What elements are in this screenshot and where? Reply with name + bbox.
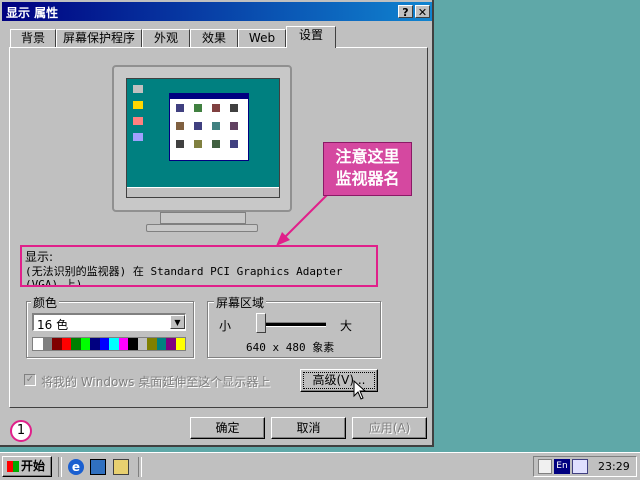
mini-icon (176, 122, 184, 130)
resolution-slider-track[interactable] (260, 322, 326, 327)
mini-icon (212, 140, 220, 148)
callout-line-1: 注意这里 (335, 147, 400, 166)
palette-swatch (42, 338, 52, 350)
ok-button[interactable]: 确定 (190, 417, 265, 439)
mini-icon (194, 122, 202, 130)
display-value: (无法识别的监视器) 在 Standard PCI Graphics Adapt… (25, 265, 343, 285)
screen-area-group-label: 屏幕区域 (214, 294, 267, 311)
title-bar[interactable]: 显示 属性 ? ✕ (2, 2, 432, 21)
window-title: 显示 属性 (6, 6, 59, 20)
windows-logo-icon (7, 461, 19, 472)
color-palette (32, 337, 186, 351)
mini-taskbar (127, 187, 279, 197)
extend-desktop-checkbox[interactable]: ✓ (24, 374, 36, 386)
callout-line-2: 监视器名 (335, 169, 400, 188)
taskbar-divider (58, 457, 62, 477)
colors-group-label: 颜色 (31, 294, 60, 311)
tab-appearance[interactable]: 外观 (142, 29, 190, 47)
palette-swatch (61, 338, 71, 350)
start-button[interactable]: 开始 (2, 456, 52, 477)
cancel-button[interactable]: 取消 (271, 417, 346, 439)
resolution-text: 640 x 480 象素 (246, 341, 335, 354)
palette-swatch (175, 338, 185, 350)
start-label: 开始 (21, 459, 46, 473)
ie-icon[interactable]: e (68, 459, 84, 475)
palette-swatch (128, 338, 138, 350)
tab-screensaver[interactable]: 屏幕保护程序 (56, 29, 142, 47)
taskbar-divider (138, 457, 142, 477)
mouse-cursor-icon (353, 380, 367, 400)
mini-icon (176, 104, 184, 112)
mini-icon (176, 140, 184, 148)
palette-swatch (52, 338, 62, 350)
mini-icon (212, 122, 220, 130)
palette-swatch (33, 338, 43, 350)
slider-max-label: 大 (340, 319, 353, 333)
desktop-icon (133, 133, 143, 141)
extend-desktop-label: 将我的 Windows 桌面延伸至这个显示器上 (41, 375, 271, 389)
tab-background[interactable]: 背景 (10, 29, 56, 47)
close-button[interactable]: ✕ (415, 5, 430, 19)
palette-swatch (137, 338, 147, 350)
monitor-base (146, 224, 258, 232)
annotation-callout: 注意这里 监视器名 (323, 142, 412, 196)
palette-swatch (118, 338, 128, 350)
display-tray-icon[interactable] (572, 459, 588, 474)
mini-window (169, 93, 249, 161)
desktop-icon (133, 101, 143, 109)
tab-effects[interactable]: 效果 (190, 29, 238, 47)
palette-swatch (109, 338, 119, 350)
palette-swatch (166, 338, 176, 350)
help-button[interactable]: ? (398, 5, 413, 19)
color-depth-select[interactable]: 16 色 ▼ (32, 313, 186, 332)
system-tray: En 23:29 (533, 456, 637, 477)
display-properties-window: 显示 属性 ? ✕ 背景 屏幕保护程序 外观 效果 Web 设置 注意这里 监视… (0, 0, 434, 447)
display-label: 显示: (25, 250, 54, 264)
mini-icon (230, 104, 238, 112)
palette-swatch (147, 338, 157, 350)
taskbar: 开始 e En 23:29 (0, 452, 640, 480)
desktop-icon (133, 117, 143, 125)
mini-icon (194, 104, 202, 112)
apply-button[interactable]: 应用(A) (352, 417, 427, 439)
palette-swatch (156, 338, 166, 350)
monitor-preview (112, 65, 292, 212)
clock[interactable]: 23:29 (598, 460, 630, 473)
scheduler-icon[interactable] (538, 459, 552, 474)
callout-arrow-icon (276, 193, 329, 246)
monitor-stand (160, 212, 246, 224)
slider-min-label: 小 (219, 319, 232, 333)
desktop-icon (133, 85, 143, 93)
mini-icon (212, 104, 220, 112)
step-marker: 1 (10, 420, 32, 442)
palette-swatch (99, 338, 109, 350)
mini-icon (194, 140, 202, 148)
channels-icon[interactable] (113, 459, 129, 475)
resolution-slider-thumb[interactable] (256, 313, 266, 333)
ime-indicator[interactable]: En (554, 459, 570, 474)
chevron-down-icon[interactable]: ▼ (170, 315, 185, 329)
palette-swatch (90, 338, 100, 350)
tab-settings[interactable]: 设置 (286, 26, 336, 48)
mini-icon (230, 122, 238, 130)
monitor-screen (126, 78, 280, 198)
palette-swatch (80, 338, 90, 350)
show-desktop-icon[interactable] (90, 459, 106, 475)
mini-icon (230, 140, 238, 148)
color-depth-value: 16 色 (37, 318, 69, 332)
palette-swatch (71, 338, 81, 350)
tab-web[interactable]: Web (238, 29, 286, 47)
